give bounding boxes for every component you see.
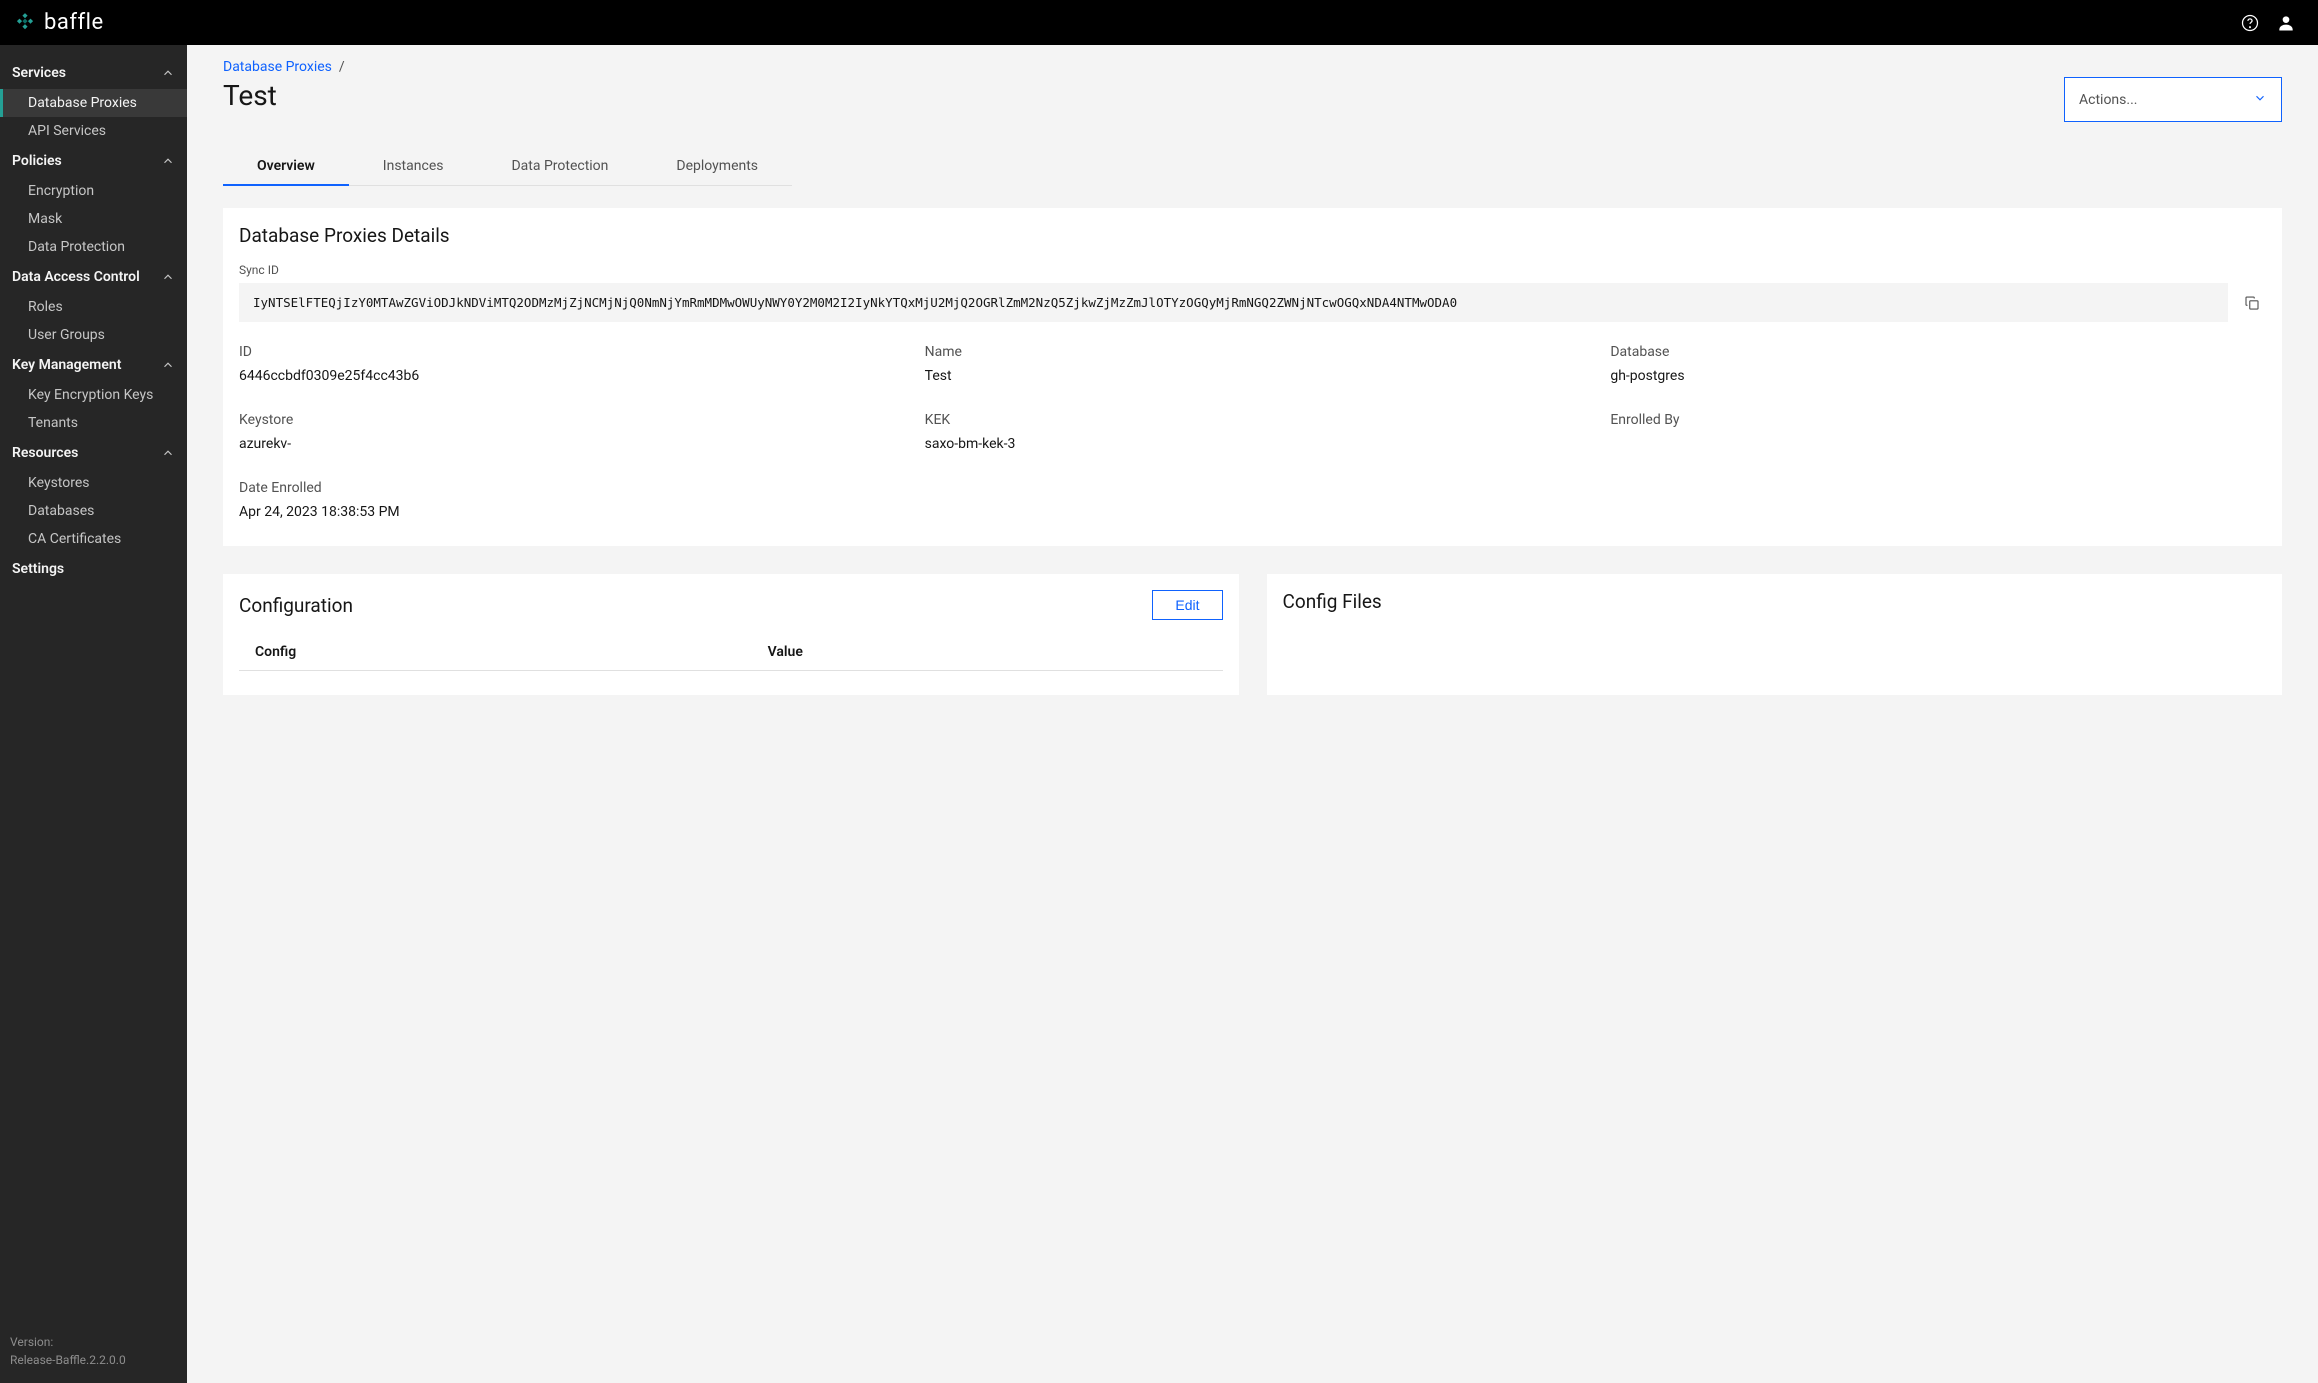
version-label: Version: — [10, 1333, 177, 1351]
breadcrumb-parent-link[interactable]: Database Proxies — [223, 59, 332, 75]
breadcrumb-sep: / — [339, 59, 345, 75]
sidebar-item-user-groups[interactable]: User Groups — [0, 321, 187, 349]
nav-section-policies[interactable]: Policies — [0, 145, 187, 177]
col-value: Value — [752, 634, 1223, 671]
sidebar-footer: Version: Release-Baffle.2.2.0.0 — [0, 1323, 187, 1383]
actions-dropdown[interactable]: Actions... — [2064, 77, 2282, 122]
tab-instances[interactable]: Instances — [349, 148, 478, 186]
sync-id-value[interactable]: IyNTSElFTEQjIzY0MTAwZGViODJkNDViMTQ2ODMz… — [239, 283, 2228, 322]
sidebar-item-databases[interactable]: Databases — [0, 497, 187, 525]
detail-database: Database gh-postgres — [1610, 344, 2266, 386]
main-content: Database Proxies / Test Actions... Overv… — [187, 45, 2318, 1383]
actions-dropdown-label: Actions... — [2079, 92, 2137, 108]
sidebar-item-key-encryption-keys[interactable]: Key Encryption Keys — [0, 381, 187, 409]
nav-section-resources[interactable]: Resources — [0, 437, 187, 469]
breadcrumb: Database Proxies / — [223, 59, 345, 75]
nav-section-label: Data Access Control — [12, 269, 140, 285]
sidebar-item-roles[interactable]: Roles — [0, 293, 187, 321]
nav-section-label: Policies — [12, 153, 62, 169]
edit-button[interactable]: Edit — [1152, 590, 1222, 620]
chevron-up-icon — [161, 446, 175, 460]
nav-section-data-access-control[interactable]: Data Access Control — [0, 261, 187, 293]
detail-id: ID 6446ccbdf0309e25f4cc43b6 — [239, 344, 895, 386]
config-files-card: Config Files — [1267, 574, 2283, 695]
chevron-down-icon — [2253, 91, 2267, 109]
help-icon[interactable] — [2232, 5, 2268, 41]
sidebar-item-database-proxies[interactable]: Database Proxies — [0, 89, 187, 117]
configuration-table: Config Value — [239, 634, 1223, 671]
sidebar-item-tenants[interactable]: Tenants — [0, 409, 187, 437]
user-icon[interactable] — [2268, 5, 2304, 41]
brand-name: baffle — [44, 10, 104, 35]
sidebar-item-data-protection[interactable]: Data Protection — [0, 233, 187, 261]
sidebar-item-api-services[interactable]: API Services — [0, 117, 187, 145]
chevron-up-icon — [161, 66, 175, 80]
sidebar-item-settings[interactable]: Settings — [0, 553, 187, 585]
brand: baffle — [14, 10, 104, 35]
nav-section-services[interactable]: Services — [0, 57, 187, 89]
chevron-up-icon — [161, 270, 175, 284]
chevron-up-icon — [161, 358, 175, 372]
tab-data-protection[interactable]: Data Protection — [477, 148, 642, 186]
sidebar-item-mask[interactable]: Mask — [0, 205, 187, 233]
sidebar-item-ca-certificates[interactable]: CA Certificates — [0, 525, 187, 553]
detail-date-enrolled: Date Enrolled Apr 24, 2023 18:38:53 PM — [239, 480, 895, 522]
config-files-card-title: Config Files — [1283, 590, 2267, 613]
col-config: Config — [239, 634, 752, 671]
configuration-card: Configuration Edit Config Value — [223, 574, 1239, 695]
detail-keystore: Keystore azurekv- — [239, 412, 895, 454]
detail-enrolled-by: Enrolled By — [1610, 412, 2266, 454]
app-header: baffle — [0, 0, 2318, 45]
sidebar-item-encryption[interactable]: Encryption — [0, 177, 187, 205]
configuration-card-title: Configuration — [239, 594, 353, 617]
sidebar: Services Database Proxies API Services P… — [0, 45, 187, 1383]
tab-overview[interactable]: Overview — [223, 148, 349, 186]
nav-section-label: Key Management — [12, 357, 121, 373]
nav-section-key-management[interactable]: Key Management — [0, 349, 187, 381]
sidebar-nav: Services Database Proxies API Services P… — [0, 45, 187, 1323]
tabs: Overview Instances Data Protection Deplo… — [223, 148, 792, 186]
tab-deployments[interactable]: Deployments — [642, 148, 792, 186]
nav-section-label: Resources — [12, 445, 78, 461]
chevron-up-icon — [161, 154, 175, 168]
detail-kek: KEK saxo-bm-kek-3 — [925, 412, 1581, 454]
details-card-title: Database Proxies Details — [239, 224, 2266, 247]
page-title: Test — [223, 79, 345, 112]
version-value: Release-Baffle.2.2.0.0 — [10, 1351, 177, 1369]
copy-icon[interactable] — [2238, 283, 2266, 322]
sidebar-item-keystores[interactable]: Keystores — [0, 469, 187, 497]
brand-logo-icon — [14, 12, 36, 34]
details-card: Database Proxies Details Sync ID IyNTSEl… — [223, 208, 2282, 546]
nav-section-label: Services — [12, 65, 66, 81]
sync-id-label: Sync ID — [239, 263, 2266, 277]
detail-name: Name Test — [925, 344, 1581, 386]
